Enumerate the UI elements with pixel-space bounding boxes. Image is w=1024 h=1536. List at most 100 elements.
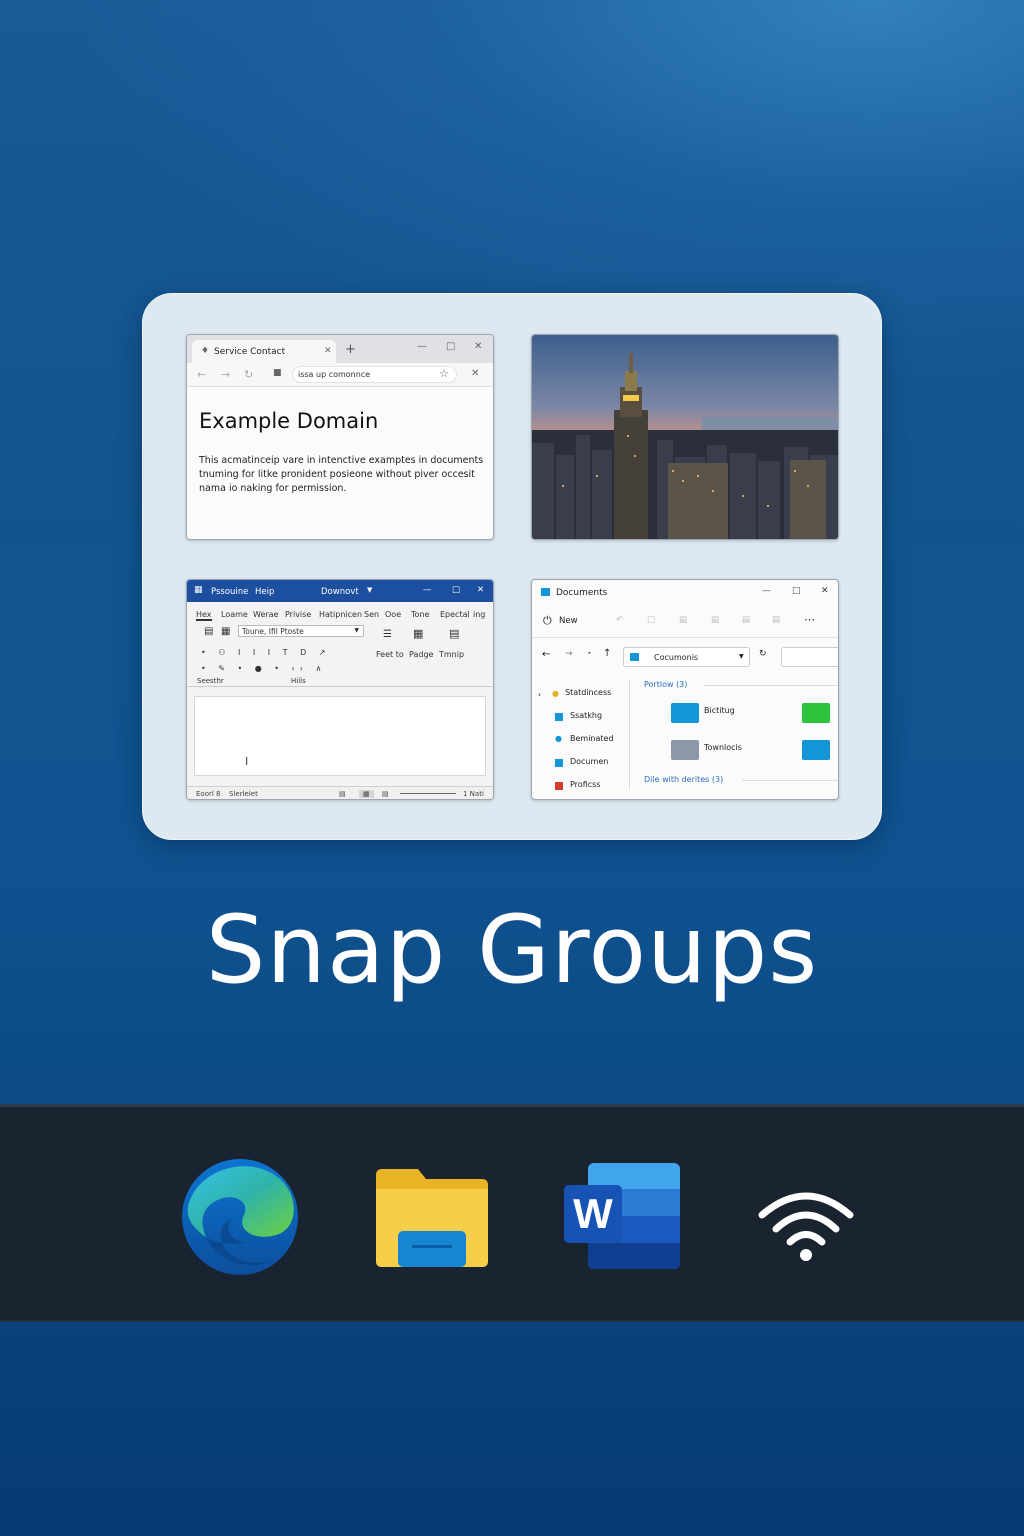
menu-item[interactable]: Hatipnicen [319,610,362,619]
menu-item[interactable]: Loame [221,610,248,619]
path-text: Cocumonis [654,653,699,662]
menu-item[interactable]: Werae [253,610,278,619]
file-item[interactable]: Bictitug [704,706,735,715]
minimize-icon[interactable]: — [423,585,432,595]
web-layout-icon[interactable]: ▤ [382,790,389,798]
sidebar-item[interactable]: Ssatkhg [570,711,602,720]
print-layout-icon[interactable]: ▦ [359,790,374,798]
file-item[interactable]: Townlocis [704,743,742,752]
word-letter: W [573,1190,613,1237]
edge-icon[interactable] [180,1157,300,1277]
menu-item[interactable]: Ooe [385,610,401,619]
new-icon[interactable]: ⏻ [543,614,552,628]
format-icons[interactable]: • ⚇ I I I T D ↗ [201,648,331,657]
chevron-down-icon[interactable]: ▼ [354,628,359,634]
browser-window[interactable]: ♦ Service Contact ✕ + — □ ✕ ← → ↻ ■ issa… [186,334,494,540]
layout-icon[interactable]: ▦ [413,627,423,640]
file-explorer-icon[interactable] [374,1165,490,1269]
chevron-down-icon[interactable]: ▼ [367,587,372,594]
font-name-text: Toune, Ifil Ptoste [242,627,304,636]
up-icon[interactable]: ↑ [603,648,611,659]
path-box[interactable]: Cocumonis ▼ [623,647,750,667]
template-icon[interactable]: ▤ [449,627,459,640]
ribbon-label-page[interactable]: Padge [409,650,433,659]
maximize-icon[interactable]: □ [792,586,801,596]
back-icon[interactable]: ← [542,649,550,660]
browser-tab[interactable]: ♦ Service Contact ✕ [192,340,336,363]
photo-window[interactable] [531,334,839,540]
folder-icon[interactable] [802,740,830,760]
forward-icon[interactable]: → [565,649,573,659]
paragraph-icons[interactable]: • ✎ • ● • ‹› ∧ [201,664,326,673]
paste-icon[interactable]: ▤ [204,626,213,637]
sidebar-item[interactable]: Beminated [570,734,614,743]
lock-icon: ■ [273,368,282,378]
group-header[interactable]: Portlow (3) [644,680,687,689]
sidebar-item[interactable]: Proficss [570,780,600,789]
new-tab-button[interactable]: + [345,343,356,356]
back-icon[interactable]: ← [197,369,206,380]
stop-icon[interactable]: ✕ [471,369,479,379]
clipboard-icon[interactable]: ▦ [221,626,230,637]
sidebar-folder-icon [555,713,563,721]
maximize-icon[interactable]: □ [452,585,460,595]
document-page[interactable]: I [194,696,486,776]
sidebar-item[interactable]: Statdincess [565,688,611,697]
menu-item[interactable]: ing [473,610,485,619]
word-app-icon: ▦ [194,585,203,595]
taskbar: W [0,1104,1024,1322]
share-icon[interactable]: ▤ [742,615,750,625]
url-input[interactable]: issa up comonnce [292,366,457,383]
recent-icon[interactable]: • [587,649,592,658]
sidebar-item[interactable]: Documen [570,757,608,766]
word-window[interactable]: ▦ Pssouine Heip Downovt ▼ — □ ✕ Hex Loam… [186,579,494,800]
ribbon-label-temp[interactable]: Tmnip [439,650,464,659]
rename-icon[interactable]: ▤ [711,615,719,625]
refresh-icon[interactable]: ↻ [759,649,767,659]
menu-item[interactable]: Epectal [440,610,470,619]
more-icon[interactable]: ⋯ [804,613,815,626]
folder-icon[interactable] [671,703,699,723]
address-bar: ← → ↻ ■ issa up comonnce ☆ ✕ [187,363,493,387]
minimize-icon[interactable]: — [762,586,771,596]
close-icon[interactable]: ✕ [477,585,484,595]
zoom-slider[interactable] [400,793,456,794]
align-icon[interactable]: ☰ [383,629,392,640]
sidebar-folder-icon [555,759,563,767]
menu-item[interactable]: Sen [364,610,379,619]
menu-item[interactable]: Privise [285,610,311,619]
chevron-down-icon[interactable]: ▼ [739,653,744,660]
folder-icon[interactable] [802,703,830,723]
close-icon[interactable]: ✕ [474,342,482,352]
folder-icon[interactable] [671,740,699,760]
menu-item[interactable]: Hex [196,610,212,621]
menu-item[interactable]: Tone [411,610,429,619]
group-header[interactable]: Dile with derites (3) [644,775,723,784]
word-title-help[interactable]: Heip [255,587,274,597]
refresh-icon[interactable]: ↻ [244,369,253,380]
status-words: Slerlelet [229,790,258,798]
minimize-icon[interactable]: — [417,342,427,352]
forward-icon[interactable]: → [221,369,230,380]
favorite-star-icon[interactable]: ☆ [439,368,449,379]
word-status-bar: Eoorl 8 Slerlelet ▤ ▦ ▤ 1 Nati [187,786,493,799]
snap-group-panel: ♦ Service Contact ✕ + — □ ✕ ← → ↻ ■ issa… [142,293,882,840]
word-doc-name: Downovt [321,587,359,597]
delete-icon[interactable]: ▤ [772,615,780,625]
chevron-left-icon[interactable]: ‹ [538,690,541,699]
copy-icon[interactable]: □ [647,615,655,625]
ribbon-label-fit[interactable]: Feet to [376,650,404,659]
tab-title: Service Contact [214,347,286,357]
font-name-box[interactable]: Toune, Ifil Ptoste ▼ [238,625,364,637]
cut-icon[interactable]: ↶ [616,615,623,625]
paste-icon[interactable]: ▤ [679,615,687,625]
word-icon[interactable]: W [564,1161,684,1273]
close-icon[interactable]: ✕ [821,586,829,596]
new-button[interactable]: New [559,616,578,626]
file-explorer-window[interactable]: Documents — □ ✕ ⏻ New ↶ □ ▤ ▤ ▤ ▤ ⋯ ← → … [531,579,839,800]
read-mode-icon[interactable]: ▤ [339,790,346,798]
maximize-icon[interactable]: □ [446,342,455,352]
wifi-icon[interactable] [756,1185,856,1265]
tab-close-icon[interactable]: ✕ [324,347,332,356]
search-input[interactable] [781,647,838,667]
